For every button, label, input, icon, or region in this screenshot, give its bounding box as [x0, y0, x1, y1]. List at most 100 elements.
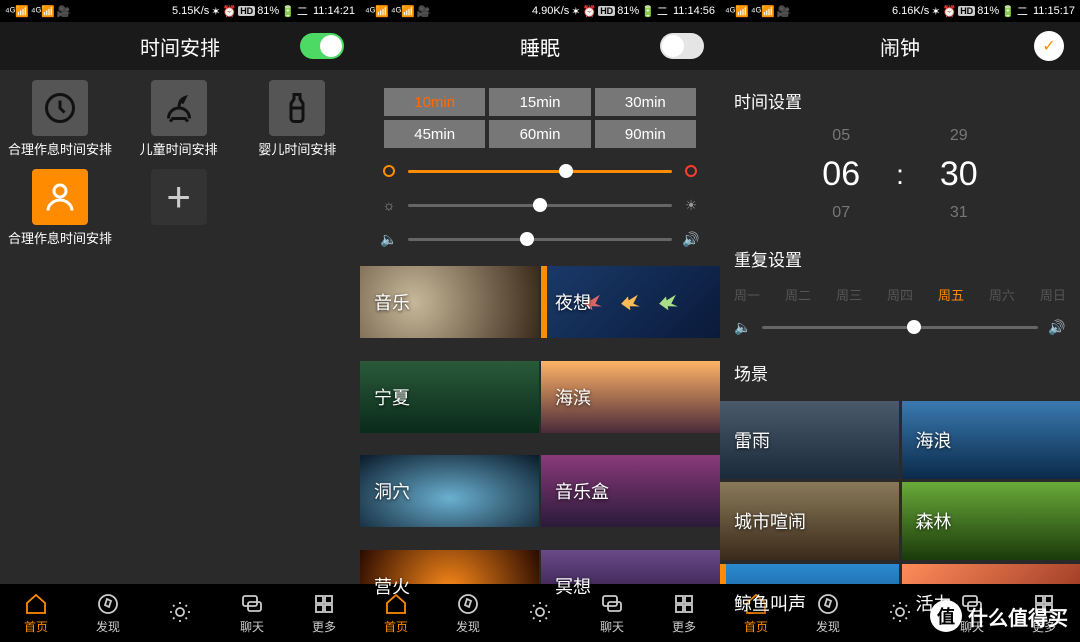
watermark-badge-icon: 值 — [930, 600, 962, 632]
status-bar: ⁴ᴳ📶⁴ᴳ📶🎥 6.16K/s ✶⏰HD 81%🔋 二 11:15:17 — [720, 0, 1080, 22]
nav-label: 发现 — [816, 618, 840, 635]
header: 闹钟 ✓ — [720, 22, 1080, 70]
header: 时间安排 — [0, 22, 360, 70]
sound-tile[interactable]: 夜想 — [541, 266, 720, 338]
tile-label: 海浪 — [916, 427, 952, 453]
sound-tile[interactable]: 音乐 — [360, 266, 539, 338]
tile-label: 雷雨 — [734, 427, 770, 453]
day-option[interactable]: 周日 — [1040, 285, 1066, 304]
nav-label: 更多 — [672, 618, 696, 635]
brightness-slider[interactable] — [408, 204, 672, 207]
nav-sun[interactable] — [168, 600, 192, 626]
sound-tile[interactable]: 海滨 — [541, 361, 720, 433]
schedule-item-label: 儿童时间安排 — [125, 142, 233, 159]
tile-label: 夜想 — [555, 289, 591, 315]
sound-tile[interactable]: 海浪 — [902, 401, 1080, 479]
duration-grid: 10min15min30min 45min60min90min — [384, 88, 696, 148]
tile-label: 森林 — [916, 508, 952, 534]
schedule-item[interactable]: 婴儿时间安排 — [243, 80, 351, 159]
nav-home[interactable]: 首页 — [24, 592, 48, 635]
bottom-nav: 首页发现 聊天 更多 — [0, 584, 360, 642]
page-title: 闹钟 — [880, 32, 920, 61]
nav-grid[interactable]: 更多 — [312, 592, 336, 635]
status-bar: ⁴ᴳ📶⁴ᴳ📶🎥 5.15K/s ✶⏰HD 81%🔋 二 11:14:21 — [0, 0, 360, 22]
tile-label: 音乐 — [374, 289, 410, 315]
sound-tile[interactable]: 洞穴 — [360, 455, 539, 527]
nav-label: 聊天 — [240, 618, 264, 635]
alarm-volume-slider[interactable] — [762, 326, 1038, 329]
schedule-toggle[interactable] — [300, 33, 344, 59]
volume-low-icon: 🔈 — [380, 230, 398, 248]
repeat-days: 周一 周二 周三 周四 周五 周六 周日 — [734, 285, 1066, 304]
brightness-high-icon: ☀ — [682, 196, 700, 214]
alarm-volume-row: 🔈 🔊 — [734, 314, 1066, 340]
brightness-slider-row: ☼ ☀ — [380, 192, 700, 218]
tile-label: 洞穴 — [374, 478, 410, 504]
picker-colon: : — [896, 159, 904, 191]
watermark-text: 什么值得买 — [968, 602, 1068, 631]
sound-tile[interactable]: 城市喧闹 — [720, 482, 899, 560]
schedule-item[interactable]: 合理作息时间安排 — [6, 169, 114, 248]
time-picker[interactable]: 05 06 07 : 29 30 31 — [734, 121, 1066, 236]
nav-compass[interactable]: 发现 — [96, 592, 120, 635]
color-slider[interactable] — [408, 170, 672, 173]
day-option[interactable]: 周三 — [836, 285, 862, 304]
person-icon — [32, 169, 88, 225]
horse-icon — [151, 80, 207, 136]
nav-label: 首页 — [384, 618, 408, 635]
duration-button[interactable]: 45min — [384, 120, 485, 148]
page-title: 睡眠 — [520, 32, 560, 61]
watermark: 值 什么值得买 — [930, 600, 1068, 632]
tile-label: 海滨 — [555, 384, 591, 410]
sleep-toggle[interactable] — [660, 33, 704, 59]
tile-label: 营火 — [374, 573, 410, 599]
section-scene-title: 场景 — [734, 360, 1066, 385]
duration-button[interactable]: 60min — [489, 120, 590, 148]
tile-label: 鲸鱼叫声 — [734, 590, 806, 616]
bottle-icon — [269, 80, 325, 136]
nav-compass[interactable]: 发现 — [816, 592, 840, 635]
nav-label: 聊天 — [600, 618, 624, 635]
day-option[interactable]: 周二 — [785, 285, 811, 304]
nav-sun[interactable] — [888, 600, 912, 626]
sound-tile[interactable]: 宁夏 — [360, 361, 539, 433]
nav-label: 发现 — [96, 618, 120, 635]
confirm-button[interactable]: ✓ — [1034, 31, 1064, 61]
day-option[interactable]: 周六 — [989, 285, 1015, 304]
duration-button[interactable]: 15min — [489, 88, 590, 116]
day-option[interactable]: 周四 — [887, 285, 913, 304]
nav-chat[interactable]: 聊天 — [600, 592, 624, 635]
schedule-item[interactable]: + — [125, 169, 233, 248]
color-start-icon — [380, 162, 398, 180]
nav-chat[interactable]: 聊天 — [240, 592, 264, 635]
bottom-nav: 首页 发现 聊天 更多 — [360, 584, 720, 642]
header: 睡眠 — [360, 22, 720, 70]
volume-low-icon: 🔈 — [734, 318, 752, 336]
day-option[interactable]: 周一 — [734, 285, 760, 304]
schedule-item-label: 合理作息时间安排 — [6, 142, 114, 159]
sound-tile[interactable]: 雷雨 — [720, 401, 899, 479]
tile-label: 城市喧闹 — [734, 508, 806, 534]
brightness-low-icon: ☼ — [380, 196, 398, 214]
nav-grid[interactable]: 更多 — [672, 592, 696, 635]
day-option[interactable]: 周五 — [938, 285, 964, 304]
nav-label: 发现 — [456, 618, 480, 635]
volume-slider-row: 🔈 🔊 — [380, 226, 700, 252]
duration-button[interactable]: 90min — [595, 120, 696, 148]
status-bar: ⁴ᴳ📶⁴ᴳ📶🎥 4.90K/s ✶⏰HD 81%🔋 二 11:14:56 — [360, 0, 720, 22]
duration-button[interactable]: 10min — [384, 88, 485, 116]
volume-slider[interactable] — [408, 238, 672, 241]
schedule-item[interactable]: 儿童时间安排 — [125, 80, 233, 159]
duration-button[interactable]: 30min — [595, 88, 696, 116]
tile-label: 冥想 — [555, 573, 591, 599]
volume-high-icon: 🔊 — [682, 230, 700, 248]
color-slider-row — [380, 158, 700, 184]
nav-compass[interactable]: 发现 — [456, 592, 480, 635]
nav-label: 首页 — [744, 618, 768, 635]
schedule-item[interactable]: 合理作息时间安排 — [6, 80, 114, 159]
section-repeat-title: 重复设置 — [734, 246, 1066, 271]
nav-sun[interactable] — [528, 600, 552, 626]
volume-high-icon: 🔊 — [1048, 318, 1066, 336]
sound-tile[interactable]: 音乐盒 — [541, 455, 720, 527]
sound-tile[interactable]: 森林 — [902, 482, 1080, 560]
